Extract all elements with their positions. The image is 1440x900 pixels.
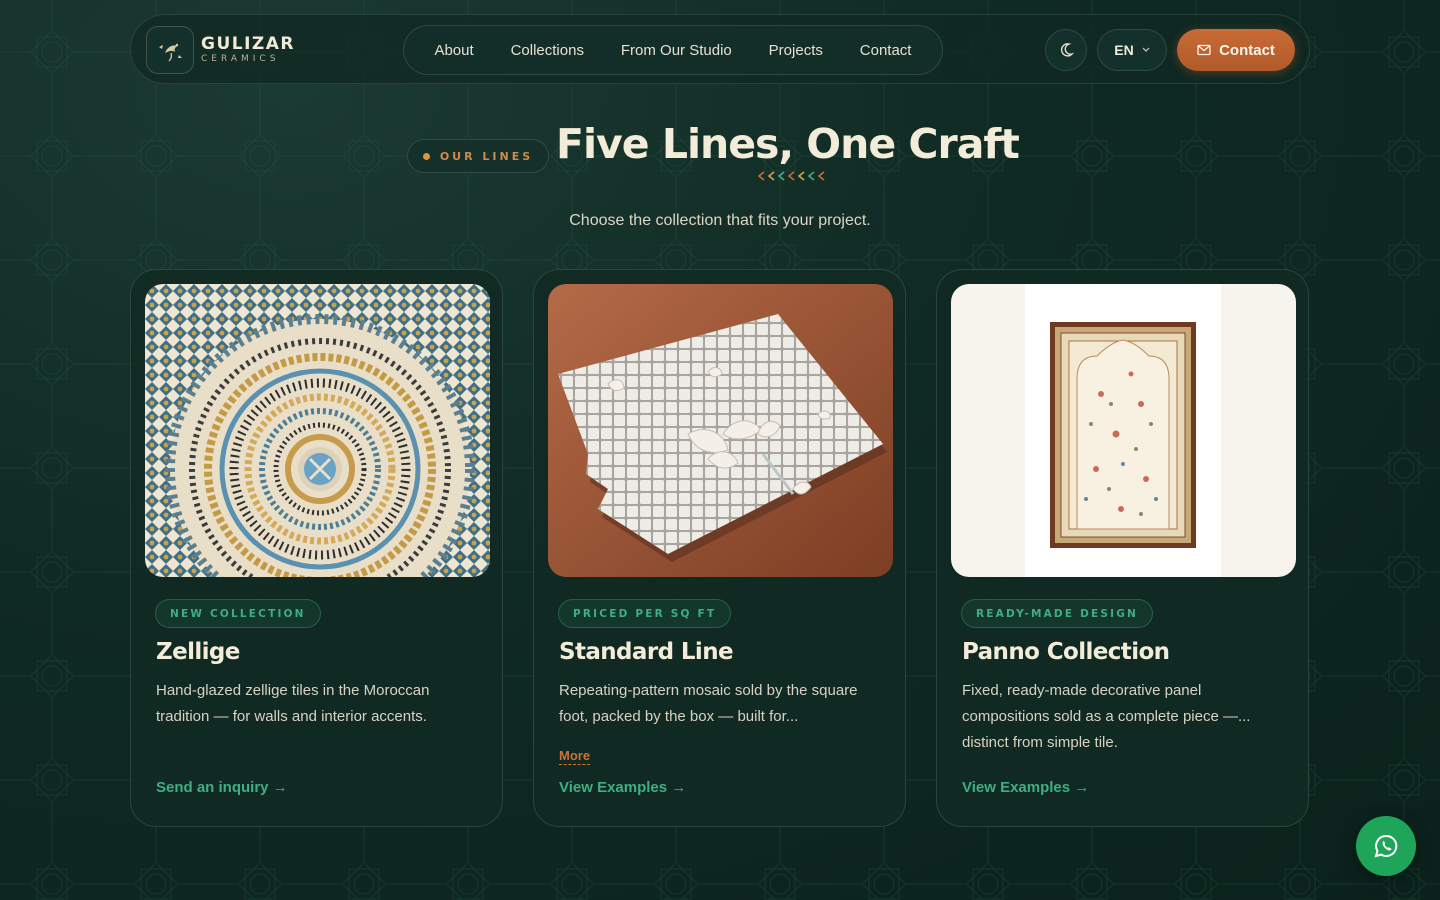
section-subtitle: Choose the collection that fits your pro… <box>569 212 871 229</box>
nav-item-about[interactable]: About <box>426 36 481 65</box>
language-label: EN <box>1114 42 1134 58</box>
whatsapp-icon <box>1374 834 1398 858</box>
zigzag-ornament-icon <box>757 171 825 181</box>
zellige-image <box>145 284 490 577</box>
brand-subtitle: CERAMICS <box>201 54 280 64</box>
view-examples-link[interactable]: View Examples → <box>559 779 686 796</box>
card-title: Panno Collection <box>962 639 1170 665</box>
theme-toggle-button[interactable] <box>1045 29 1087 71</box>
nav-item-from-our-studio[interactable]: From Our Studio <box>613 36 740 65</box>
eyebrow-dot-icon <box>422 152 430 160</box>
nav-item-contact[interactable]: Contact <box>852 36 920 65</box>
nav-item-collections[interactable]: Collections <box>503 36 592 65</box>
collection-card-panno[interactable]: READY-MADE DESIGN Panno Collection Fixed… <box>936 269 1309 827</box>
collection-card-standard-line[interactable]: PRICED PER SQ FT Standard Line Repeating… <box>533 269 906 827</box>
panno-image <box>951 284 1296 577</box>
card-badge: NEW COLLECTION <box>155 599 321 628</box>
view-examples-link[interactable]: View Examples → <box>962 779 1089 796</box>
main-nav: About Collections From Our Studio Projec… <box>403 25 943 75</box>
card-badge: PRICED PER SQ FT <box>558 599 732 628</box>
language-select[interactable]: EN <box>1097 29 1167 71</box>
header-contact-button[interactable]: Contact <box>1177 29 1295 71</box>
card-description: Hand-glazed zellige tiles in the Morocca… <box>156 682 430 725</box>
section-eyebrow: OUR LINES <box>407 139 549 173</box>
card-badge: READY-MADE DESIGN <box>961 599 1154 628</box>
bird-flower-logo-icon <box>159 43 182 62</box>
more-link[interactable]: More <box>559 748 591 765</box>
card-title: Standard Line <box>559 639 734 665</box>
send-inquiry-link[interactable]: Send an inquiry → <box>156 779 288 796</box>
mail-icon <box>1197 44 1211 56</box>
brand-name: GULIZAR <box>201 34 295 54</box>
site-header: GULIZAR CERAMICS About Collections From … <box>130 14 1310 84</box>
section-title: Five Lines, One Craft <box>556 120 1020 168</box>
whatsapp-button[interactable] <box>1356 816 1416 876</box>
moon-icon <box>1061 43 1074 57</box>
standard-line-image <box>548 284 893 577</box>
chevron-down-icon <box>1142 47 1150 52</box>
card-title: Zellige <box>156 639 240 665</box>
eyebrow-label: OUR LINES <box>439 149 534 163</box>
contact-button-label: Contact <box>1219 41 1275 59</box>
collection-card-zellige[interactable]: NEW COLLECTION Zellige Hand-glazed zelli… <box>130 269 503 827</box>
card-description: Repeating-pattern mosaic sold by the squ… <box>559 682 858 725</box>
card-description: Fixed, ready-made decorative panel compo… <box>962 682 1251 751</box>
logo[interactable] <box>146 26 194 74</box>
nav-item-projects[interactable]: Projects <box>761 36 831 65</box>
